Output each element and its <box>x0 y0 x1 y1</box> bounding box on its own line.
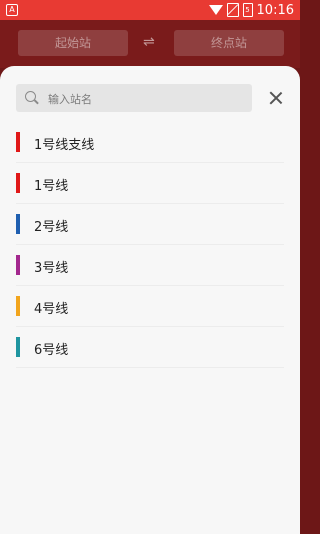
line-color-swatch <box>16 214 20 234</box>
line-color-swatch <box>16 132 20 152</box>
swap-icon[interactable]: ⇌ <box>143 34 155 50</box>
line-label: 3号线 <box>34 261 69 276</box>
line-label: 4号线 <box>34 302 69 317</box>
no-sim-icon <box>226 3 239 17</box>
search-box[interactable] <box>16 84 252 114</box>
status-bar: A 5 10:16 <box>0 0 300 20</box>
line-item[interactable]: 1号线支线 <box>16 122 284 163</box>
line-label: 6号线 <box>34 343 69 358</box>
line-list: 1号线支线 1号线 2号线 3号线 4号线 6号线 <box>16 122 284 368</box>
line-picker-sheet: 1号线支线 1号线 2号线 3号线 4号线 6号线 <box>0 66 300 534</box>
line-label: 2号线 <box>34 220 69 235</box>
line-color-swatch <box>16 337 20 357</box>
line-item[interactable]: 2号线 <box>16 204 284 245</box>
wifi-icon <box>208 5 223 15</box>
search-icon <box>25 91 36 102</box>
line-item[interactable]: 1号线 <box>16 163 284 204</box>
app-notification-icon: A <box>6 4 18 16</box>
line-item[interactable]: 6号线 <box>16 327 284 368</box>
battery-icon: 5 <box>242 3 253 17</box>
line-color-swatch <box>16 296 20 316</box>
line-color-swatch <box>16 255 20 275</box>
line-label: 1号线支线 <box>34 138 95 153</box>
end-station-button[interactable]: 终点站 <box>174 30 284 56</box>
line-item[interactable]: 3号线 <box>16 245 284 286</box>
route-header: 起始站 ⇌ 终点站 <box>0 20 300 68</box>
line-label: 1号线 <box>34 179 69 194</box>
search-input[interactable] <box>46 84 250 114</box>
line-item[interactable]: 4号线 <box>16 286 284 327</box>
start-station-button[interactable]: 起始站 <box>18 30 128 56</box>
line-color-swatch <box>16 173 20 193</box>
status-icons: 5 10:16 <box>208 0 294 20</box>
close-icon[interactable] <box>268 90 284 106</box>
clock: 10:16 <box>256 2 294 18</box>
